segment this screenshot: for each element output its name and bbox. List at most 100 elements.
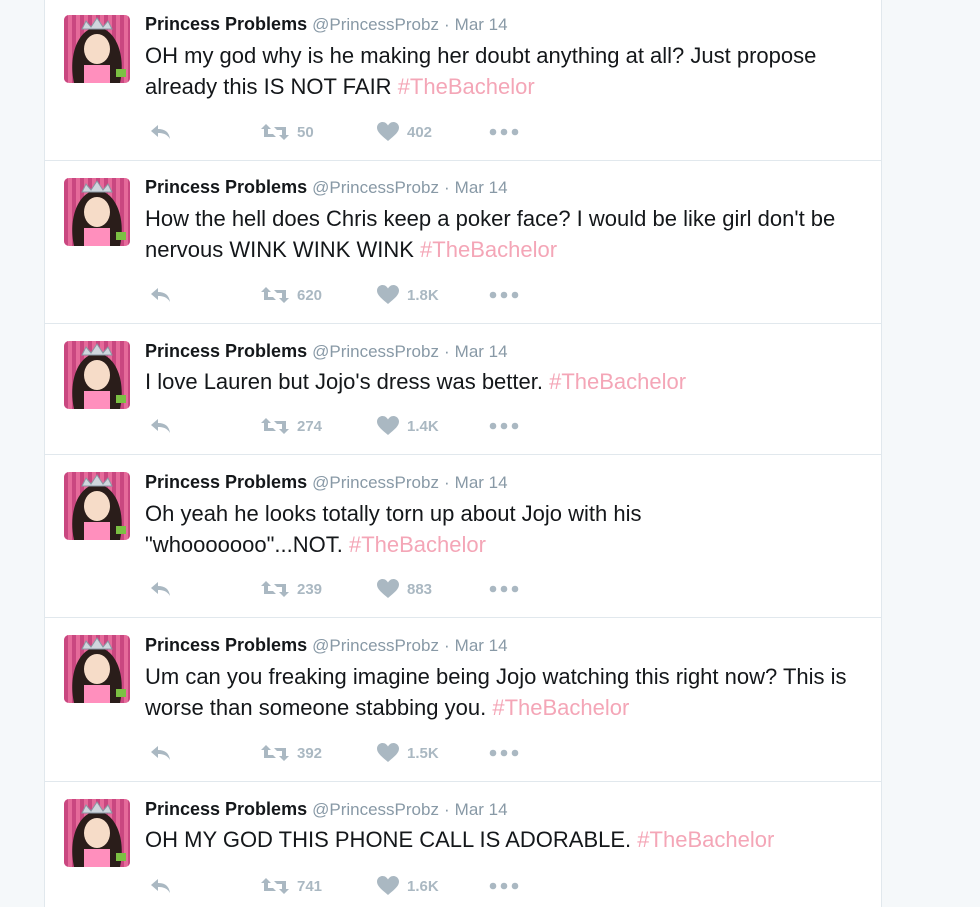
- heart-icon: [377, 285, 399, 304]
- tweet-stream: Princess Problems @PrincessProbz · Mar 1…: [44, 0, 882, 907]
- username[interactable]: @PrincessProbz: [312, 15, 439, 34]
- hashtag-link[interactable]: #TheBachelor: [349, 532, 486, 557]
- hashtag-link[interactable]: #TheBachelor: [398, 74, 535, 99]
- reply-button[interactable]: [149, 874, 171, 898]
- username[interactable]: @PrincessProbz: [312, 473, 439, 492]
- timestamp[interactable]: Mar 14: [455, 342, 508, 361]
- more-button[interactable]: [489, 283, 519, 307]
- separator: ·: [443, 178, 450, 197]
- avatar[interactable]: [64, 178, 130, 246]
- like-count: 1.4K: [407, 417, 439, 435]
- tweet-header: Princess Problems @PrincessProbz · Mar 1…: [145, 177, 508, 198]
- timestamp[interactable]: Mar 14: [455, 178, 508, 197]
- tweet[interactable]: Princess Problems @PrincessProbz · Mar 1…: [45, 0, 881, 161]
- retweet-button[interactable]: 50: [261, 120, 314, 144]
- tweet[interactable]: Princess Problems @PrincessProbz · Mar 1…: [45, 324, 881, 455]
- like-count: 1.6K: [407, 877, 439, 895]
- retweet-count: 620: [297, 286, 323, 304]
- more-button[interactable]: [489, 577, 519, 601]
- retweet-icon: [261, 581, 289, 597]
- retweet-button[interactable]: 741: [261, 874, 322, 898]
- reply-button[interactable]: [149, 283, 171, 307]
- like-button[interactable]: 1.6K: [377, 874, 439, 898]
- reply-button[interactable]: [149, 577, 171, 601]
- username[interactable]: @PrincessProbz: [312, 178, 439, 197]
- separator: ·: [443, 800, 450, 819]
- more-icon: [489, 422, 519, 430]
- reply-icon: [151, 746, 170, 760]
- reply-button[interactable]: [149, 414, 171, 438]
- separator: ·: [443, 473, 450, 492]
- tweet-header: Princess Problems @PrincessProbz · Mar 1…: [145, 472, 508, 493]
- avatar[interactable]: [64, 472, 130, 540]
- display-name[interactable]: Princess Problems: [145, 14, 307, 34]
- more-icon: [489, 291, 519, 299]
- timestamp[interactable]: Mar 14: [455, 15, 508, 34]
- retweet-button[interactable]: 392: [261, 741, 322, 765]
- display-name[interactable]: Princess Problems: [145, 635, 307, 655]
- retweet-button[interactable]: 620: [261, 283, 322, 307]
- reply-icon: [151, 288, 170, 302]
- tweet-body: OH MY GOD THIS PHONE CALL IS ADORABLE.: [145, 827, 638, 852]
- tweet[interactable]: Princess Problems @PrincessProbz · Mar 1…: [45, 161, 881, 324]
- tweet-header: Princess Problems @PrincessProbz · Mar 1…: [145, 635, 508, 656]
- tweet[interactable]: Princess Problems @PrincessProbz · Mar 1…: [45, 455, 881, 618]
- more-icon: [489, 749, 519, 757]
- tweet-text: Um can you freaking imagine being Jojo w…: [145, 661, 865, 723]
- separator: ·: [443, 15, 450, 34]
- reply-icon: [151, 879, 170, 893]
- hashtag-link[interactable]: #TheBachelor: [549, 369, 686, 394]
- timestamp[interactable]: Mar 14: [455, 636, 508, 655]
- like-button[interactable]: 1.4K: [377, 414, 439, 438]
- heart-icon: [377, 743, 399, 762]
- more-button[interactable]: [489, 741, 519, 765]
- like-count: 1.5K: [407, 744, 439, 762]
- tweet-actions: 274 1.4K: [145, 414, 545, 438]
- hashtag-link[interactable]: #TheBachelor: [492, 695, 629, 720]
- like-count: 1.8K: [407, 286, 439, 304]
- tweet[interactable]: Princess Problems @PrincessProbz · Mar 1…: [45, 618, 881, 782]
- display-name[interactable]: Princess Problems: [145, 472, 307, 492]
- retweet-count: 50: [297, 123, 314, 141]
- username[interactable]: @PrincessProbz: [312, 800, 439, 819]
- display-name[interactable]: Princess Problems: [145, 177, 307, 197]
- more-button[interactable]: [489, 414, 519, 438]
- retweet-icon: [261, 745, 289, 761]
- like-count: 883: [407, 580, 433, 598]
- avatar[interactable]: [64, 635, 130, 703]
- timestamp[interactable]: Mar 14: [455, 473, 508, 492]
- reply-icon: [151, 419, 170, 433]
- avatar[interactable]: [64, 799, 130, 867]
- more-button[interactable]: [489, 120, 519, 144]
- hashtag-link[interactable]: #TheBachelor: [420, 237, 557, 262]
- username[interactable]: @PrincessProbz: [312, 636, 439, 655]
- hashtag-link[interactable]: #TheBachelor: [637, 827, 774, 852]
- retweet-icon: [261, 124, 289, 140]
- retweet-count: 741: [297, 877, 323, 895]
- reply-button[interactable]: [149, 741, 171, 765]
- retweet-button[interactable]: 239: [261, 577, 322, 601]
- like-button[interactable]: 402: [377, 120, 432, 144]
- retweet-button[interactable]: 274: [261, 414, 322, 438]
- tweet-text: OH MY GOD THIS PHONE CALL IS ADORABLE. #…: [145, 824, 865, 855]
- tweet[interactable]: Princess Problems @PrincessProbz · Mar 1…: [45, 782, 881, 907]
- retweet-icon: [261, 418, 289, 434]
- avatar[interactable]: [64, 15, 130, 83]
- timestamp[interactable]: Mar 14: [455, 800, 508, 819]
- reply-button[interactable]: [149, 120, 171, 144]
- avatar[interactable]: [64, 341, 130, 409]
- like-button[interactable]: 1.5K: [377, 741, 439, 765]
- tweet-actions: 50 402: [145, 120, 545, 144]
- display-name[interactable]: Princess Problems: [145, 799, 307, 819]
- display-name[interactable]: Princess Problems: [145, 341, 307, 361]
- like-button[interactable]: 1.8K: [377, 283, 439, 307]
- more-icon: [489, 585, 519, 593]
- retweet-count: 239: [297, 580, 323, 598]
- tweet-body: I love Lauren but Jojo's dress was bette…: [145, 369, 550, 394]
- more-button[interactable]: [489, 874, 519, 898]
- retweet-count: 392: [297, 744, 323, 762]
- tweet-actions: 239 883: [145, 577, 545, 601]
- username[interactable]: @PrincessProbz: [312, 342, 439, 361]
- separator: ·: [443, 342, 450, 361]
- like-button[interactable]: 883: [377, 577, 432, 601]
